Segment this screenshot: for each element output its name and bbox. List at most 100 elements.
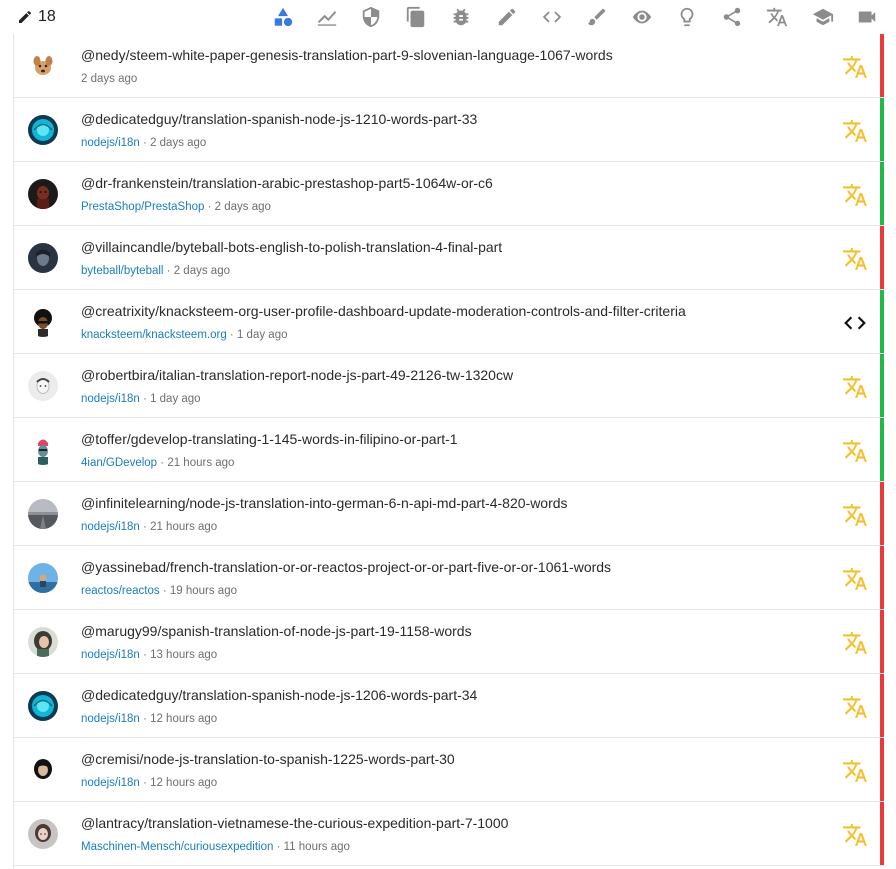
contribution-row[interactable]: @infinitelearning/node-js-translation-in… <box>14 482 884 546</box>
contribution-row[interactable]: @robertbira/italian-translation-report-n… <box>14 354 884 418</box>
visibility-icon[interactable] <box>630 5 654 29</box>
contribution-title[interactable]: @cremisi/node-js-translation-to-spanish-… <box>81 751 455 767</box>
contribution-title[interactable]: @dr-frankenstein/translation-arabic-pres… <box>81 175 493 191</box>
repository-link[interactable]: reactos/reactos <box>81 585 160 597</box>
ideas-icon[interactable] <box>675 5 699 29</box>
meta-separator: · <box>139 393 151 405</box>
translation-icon <box>842 758 868 784</box>
development-icon[interactable] <box>540 5 564 29</box>
status-bar <box>880 290 884 353</box>
contribution-title[interactable]: @lantracy/translation-vietnamese-the-cur… <box>81 815 508 831</box>
user-avatar[interactable] <box>28 627 58 657</box>
contribution-title[interactable]: @yassinebad/french-translation-or-or-rea… <box>81 559 611 575</box>
graphics-icon[interactable] <box>585 5 609 29</box>
contribution-count: 18 <box>17 6 56 28</box>
meta-separator: · <box>157 457 168 469</box>
translation-icon <box>842 118 868 144</box>
meta-separator: · <box>139 713 151 725</box>
timestamp: 2 days ago <box>81 73 138 85</box>
translation-icon <box>842 246 868 272</box>
contribution-row[interactable]: @yassinebad/french-translation-or-or-rea… <box>14 546 884 610</box>
repository-link[interactable]: knacksteem/knacksteem.org <box>81 329 227 341</box>
documentation-icon[interactable] <box>404 5 428 29</box>
copywriting-icon[interactable] <box>495 5 519 29</box>
meta-separator: · <box>273 841 284 853</box>
timestamp: 11 hours ago <box>283 841 350 853</box>
repository-link[interactable]: nodejs/i18n <box>81 777 140 789</box>
repository-link[interactable]: PrestaShop/PrestaShop <box>81 201 204 213</box>
contribution-row[interactable]: @villaincandle/byteball-bots-english-to-… <box>14 226 884 290</box>
repository-link[interactable]: 4ian/GDevelop <box>81 457 157 469</box>
timestamp: 21 hours ago <box>167 457 235 469</box>
status-bar <box>880 674 884 737</box>
video-tutorials-icon[interactable] <box>855 5 879 29</box>
contribution-row[interactable]: @toffer/gdevelop-translating-1-145-words… <box>14 418 884 482</box>
meta-separator: · <box>139 649 151 661</box>
contribution-row[interactable]: @cremisi/node-js-translation-to-spanish-… <box>14 738 884 802</box>
contribution-meta: nodejs/i18n · 21 hours ago <box>81 521 217 533</box>
translation-icon <box>842 182 868 208</box>
contribution-title[interactable]: @dedicatedguy/translation-spanish-node-j… <box>81 111 477 127</box>
contribution-row[interactable]: @dr-frankenstein/translation-arabic-pres… <box>14 162 884 226</box>
contribution-meta: 2 days ago <box>81 73 137 85</box>
meta-separator: · <box>226 329 237 341</box>
contribution-row[interactable]: @creatrixity/knacksteem-org-user-profile… <box>14 290 884 354</box>
meta-separator: · <box>159 585 170 597</box>
user-avatar[interactable] <box>28 115 58 145</box>
contribution-title[interactable]: @creatrixity/knacksteem-org-user-profile… <box>81 303 686 319</box>
contribution-title[interactable]: @infinitelearning/node-js-translation-in… <box>81 495 568 511</box>
user-avatar[interactable] <box>28 243 58 273</box>
repository-link[interactable]: nodejs/i18n <box>81 393 140 405</box>
repository-link[interactable]: nodejs/i18n <box>81 521 140 533</box>
user-avatar[interactable] <box>28 179 58 209</box>
contribution-row[interactable]: @marugy99/spanish-translation-of-node-js… <box>14 610 884 674</box>
user-avatar[interactable] <box>28 691 58 721</box>
status-bar <box>880 418 884 481</box>
contribution-meta: nodejs/i18n · 12 hours ago <box>81 777 217 789</box>
user-avatar[interactable] <box>28 563 58 593</box>
user-avatar[interactable] <box>28 499 58 529</box>
user-avatar[interactable] <box>28 819 58 849</box>
social-icon[interactable] <box>720 5 744 29</box>
analysis-icon[interactable] <box>315 5 339 29</box>
bug-hunting-icon[interactable] <box>449 5 473 29</box>
status-bar <box>880 98 884 161</box>
repository-link[interactable]: Maschinen-Mensch/curiousexpedition <box>81 841 273 853</box>
contribution-title[interactable]: @villaincandle/byteball-bots-english-to-… <box>81 239 502 255</box>
tutorials-icon[interactable] <box>811 5 835 29</box>
contribution-title[interactable]: @marugy99/spanish-translation-of-node-js… <box>81 623 472 639</box>
all-categories-icon[interactable] <box>271 5 295 29</box>
contribution-title[interactable]: @robertbira/italian-translation-report-n… <box>81 367 513 383</box>
timestamp: 19 hours ago <box>169 585 237 597</box>
contribution-title[interactable]: @nedy/steem-white-paper-genesis-translat… <box>81 47 613 63</box>
contribution-meta: reactos/reactos · 19 hours ago <box>81 585 237 597</box>
user-avatar[interactable] <box>28 371 58 401</box>
contribution-row[interactable]: @lantracy/translation-vietnamese-the-cur… <box>14 802 884 866</box>
repository-link[interactable]: nodejs/i18n <box>81 649 140 661</box>
repository-link[interactable]: nodejs/i18n <box>81 713 140 725</box>
user-avatar[interactable] <box>28 51 58 81</box>
contribution-title[interactable]: @toffer/gdevelop-translating-1-145-words… <box>81 431 458 447</box>
translations-icon[interactable] <box>765 5 789 29</box>
user-avatar[interactable] <box>28 755 58 785</box>
translation-icon <box>842 630 868 656</box>
contribution-title[interactable]: @dedicatedguy/translation-spanish-node-j… <box>81 687 477 703</box>
repository-link[interactable]: nodejs/i18n <box>81 137 140 149</box>
user-avatar[interactable] <box>28 307 58 337</box>
meta-separator: · <box>163 265 174 277</box>
contribution-row[interactable]: @nedy/steem-white-paper-genesis-translat… <box>14 34 884 98</box>
contribution-meta: PrestaShop/PrestaShop · 2 days ago <box>81 201 271 213</box>
contribution-row[interactable]: @dedicatedguy/translation-spanish-node-j… <box>14 98 884 162</box>
contribution-meta: knacksteem/knacksteem.org · 1 day ago <box>81 329 287 341</box>
timestamp: 1 day ago <box>236 329 288 341</box>
translation-icon <box>842 438 868 464</box>
code-icon <box>842 310 868 336</box>
translation-icon <box>842 502 868 528</box>
meta-separator: · <box>139 137 151 149</box>
contribution-row[interactable]: @dedicatedguy/translation-spanish-node-j… <box>14 674 884 738</box>
meta-separator: · <box>139 521 151 533</box>
user-avatar[interactable] <box>28 435 58 465</box>
timestamp: 12 hours ago <box>150 777 218 789</box>
repository-link[interactable]: byteball/byteball <box>81 265 163 277</box>
security-icon[interactable] <box>359 5 383 29</box>
